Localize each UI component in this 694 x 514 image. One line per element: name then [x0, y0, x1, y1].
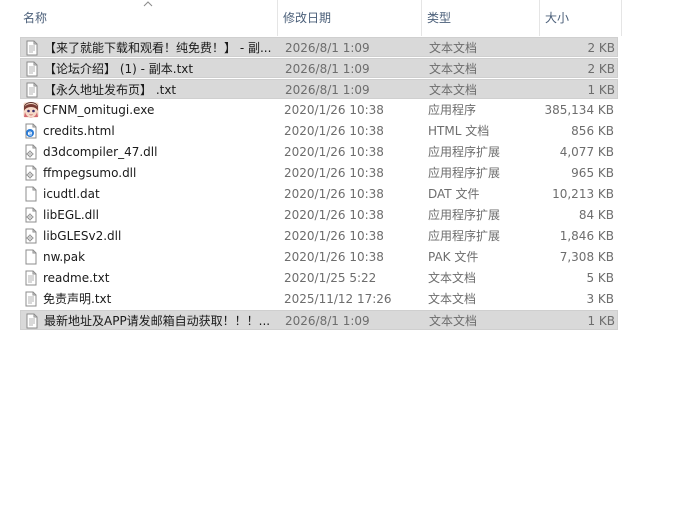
file-row[interactable]: 免责声明.txt 2025/11/12 17:26 文本文档 3 KB: [20, 289, 618, 309]
app-character-icon: [23, 102, 39, 118]
file-date-modified: 2020/1/26 10:38: [284, 229, 384, 243]
file-name: nw.pak: [43, 250, 86, 264]
file-date-modified: 2020/1/26 10:38: [284, 166, 384, 180]
column-header-bar: 名称 修改日期 类型 大小: [0, 0, 694, 36]
file-date-modified: 2020/1/26 10:38: [284, 250, 384, 264]
text-file-icon: [23, 270, 39, 286]
dll-file-icon: [23, 165, 39, 181]
file-type: 文本文档: [429, 83, 478, 97]
file-name: 【论坛介绍】 (1) - 副本.txt: [44, 62, 194, 76]
file-row[interactable]: 【永久地址发布页】 .txt 2026/8/1 1:09 文本文档 1 KB: [20, 79, 618, 99]
file-explorer: 名称 修改日期 类型 大小 【来了就能下载和观看！纯免费！】 - 副... 202…: [0, 0, 694, 514]
file-name: readme.txt: [43, 271, 110, 285]
file-date-modified: 2020/1/26 10:38: [284, 187, 384, 201]
file-size: 10,213 KB: [552, 187, 614, 201]
file-name: credits.html: [43, 124, 115, 138]
file-name: ffmpegsumo.dll: [43, 166, 137, 180]
file-type: 文本文档: [428, 271, 477, 285]
file-date-modified: 2026/8/1 1:09: [285, 41, 370, 55]
file-row[interactable]: 【来了就能下载和观看！纯免费！】 - 副... 2026/8/1 1:09 文本文档…: [20, 37, 618, 57]
file-size: 1,846 KB: [559, 229, 614, 243]
file-name: CFNM_omitugi.exe: [43, 103, 155, 117]
file-size: 965 KB: [571, 166, 614, 180]
file-size: 3 KB: [586, 292, 614, 306]
dll-file-icon: [23, 207, 39, 223]
file-name: 【永久地址发布页】 .txt: [44, 83, 177, 97]
text-file-icon: [23, 291, 39, 307]
file-row[interactable]: e credits.html 2020/1/26 10:38 HTML 文档 856 K…: [20, 121, 618, 141]
file-type: 文本文档: [429, 314, 478, 328]
file-size: 1 KB: [587, 83, 615, 97]
file-date-modified: 2020/1/26 10:38: [284, 103, 384, 117]
text-file-icon: [24, 82, 40, 98]
file-name: 最新地址及APP请发邮箱自动获取！！！...: [44, 314, 271, 328]
file-row[interactable]: 最新地址及APP请发邮箱自动获取！！！... 2026/8/1 1:09 文本文档 1…: [20, 310, 618, 330]
file-row[interactable]: libEGL.dll 2020/1/26 10:38 应用程序扩展 84 KB: [20, 205, 618, 225]
file-date-modified: 2020/1/26 10:38: [284, 145, 384, 159]
file-type: 文本文档: [428, 292, 477, 306]
blank-file-icon: [23, 249, 39, 265]
text-file-icon: [24, 40, 40, 56]
file-type: HTML 文档: [428, 124, 490, 138]
file-date-modified: 2020/1/25 5:22: [284, 271, 377, 285]
dll-file-icon: [23, 228, 39, 244]
file-date-modified: 2025/11/12 17:26: [284, 292, 392, 306]
file-type: 应用程序扩展: [428, 145, 501, 159]
file-size: 7,308 KB: [559, 250, 614, 264]
file-row[interactable]: ffmpegsumo.dll 2020/1/26 10:38 应用程序扩展 965 K…: [20, 163, 618, 183]
file-name: libGLESv2.dll: [43, 229, 122, 243]
file-size: 856 KB: [571, 124, 614, 138]
file-type: 应用程序: [428, 103, 477, 117]
file-name: icudtl.dat: [43, 187, 100, 201]
file-row[interactable]: libGLESv2.dll 2020/1/26 10:38 应用程序扩展 1,846 …: [20, 226, 618, 246]
file-type: 文本文档: [429, 41, 478, 55]
file-row[interactable]: icudtl.dat 2020/1/26 10:38 DAT 文件 10,213 KB: [20, 184, 618, 204]
file-type: 应用程序扩展: [428, 166, 501, 180]
file-type: 文本文档: [429, 62, 478, 76]
file-type: 应用程序扩展: [428, 208, 501, 222]
file-date-modified: 2020/1/26 10:38: [284, 208, 384, 222]
blank-file-icon: [23, 186, 39, 202]
file-row[interactable]: CFNM_omitugi.exe 2020/1/26 10:38 应用程序 385,1…: [20, 100, 618, 120]
file-size: 4,077 KB: [559, 145, 614, 159]
file-date-modified: 2026/8/1 1:09: [285, 314, 370, 328]
file-date-modified: 2020/1/26 10:38: [284, 124, 384, 138]
file-name: libEGL.dll: [43, 208, 99, 222]
file-size: 1 KB: [587, 314, 615, 328]
file-size: 2 KB: [587, 62, 615, 76]
file-name: 免责声明.txt: [43, 292, 112, 306]
file-type: PAK 文件: [428, 250, 479, 264]
column-header-size[interactable]: 大小: [540, 0, 622, 36]
column-header-name[interactable]: 名称: [18, 0, 278, 36]
file-row[interactable]: readme.txt 2020/1/25 5:22 文本文档 5 KB: [20, 268, 618, 288]
column-header-date-modified[interactable]: 修改日期: [278, 0, 422, 36]
html-file-icon: e: [23, 123, 39, 139]
dll-file-icon: [23, 144, 39, 160]
file-row[interactable]: 【论坛介绍】 (1) - 副本.txt 2026/8/1 1:09 文本文档 2 KB: [20, 58, 618, 78]
text-file-icon: [24, 61, 40, 77]
column-header-type[interactable]: 类型: [422, 0, 540, 36]
file-size: 84 KB: [578, 208, 614, 222]
file-date-modified: 2026/8/1 1:09: [285, 62, 370, 76]
file-row[interactable]: nw.pak 2020/1/26 10:38 PAK 文件 7,308 KB: [20, 247, 618, 267]
file-name: d3dcompiler_47.dll: [43, 145, 158, 159]
file-type: DAT 文件: [428, 187, 480, 201]
svg-text:e: e: [28, 130, 33, 138]
file-size: 385,134 KB: [544, 103, 614, 117]
text-file-icon: [24, 313, 40, 329]
file-type: 应用程序扩展: [428, 229, 501, 243]
file-date-modified: 2026/8/1 1:09: [285, 83, 370, 97]
file-size: 2 KB: [587, 41, 615, 55]
file-size: 5 KB: [586, 271, 614, 285]
file-row[interactable]: d3dcompiler_47.dll 2020/1/26 10:38 应用程序扩展 4…: [20, 142, 618, 162]
file-name: 【来了就能下载和观看！纯免费！】 - 副...: [44, 41, 272, 55]
